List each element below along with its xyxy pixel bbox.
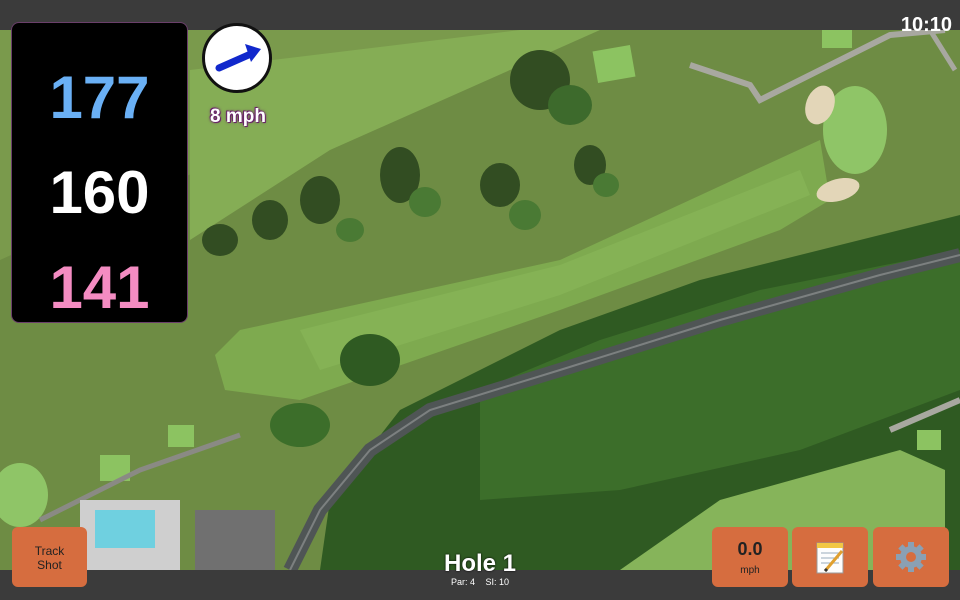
- track-shot-label-line1: Track: [34, 544, 65, 558]
- wind-direction-arrow-icon: [215, 44, 261, 72]
- distance-middle: 160: [49, 159, 150, 226]
- hole-par: Par: 4: [450, 577, 475, 587]
- speed-unit: mph: [740, 565, 760, 576]
- notes-button[interactable]: [792, 527, 868, 587]
- track-shot-label-line2: Shot: [37, 558, 62, 572]
- distance-front: 141: [49, 254, 150, 321]
- speed-value: 0.0: [737, 539, 763, 559]
- hole-stroke-index: SI: 10: [485, 577, 510, 587]
- settings-button[interactable]: [873, 527, 949, 587]
- distance-panel: 177 160 141: [11, 22, 188, 323]
- gear-icon: [896, 542, 926, 572]
- speed-button[interactable]: 0.0 mph: [712, 527, 788, 587]
- hole-info: Par: 4 SI: 10: [380, 577, 580, 587]
- status-time: 10:10: [900, 14, 952, 36]
- hole-title: Hole 1: [443, 550, 517, 577]
- wind-speed: 8 mph: [210, 106, 266, 127]
- distance-back: 177: [49, 64, 150, 131]
- notepad-icon: [816, 542, 844, 574]
- track-shot-button[interactable]: Track Shot: [12, 527, 87, 587]
- wind-indicator: [202, 23, 272, 93]
